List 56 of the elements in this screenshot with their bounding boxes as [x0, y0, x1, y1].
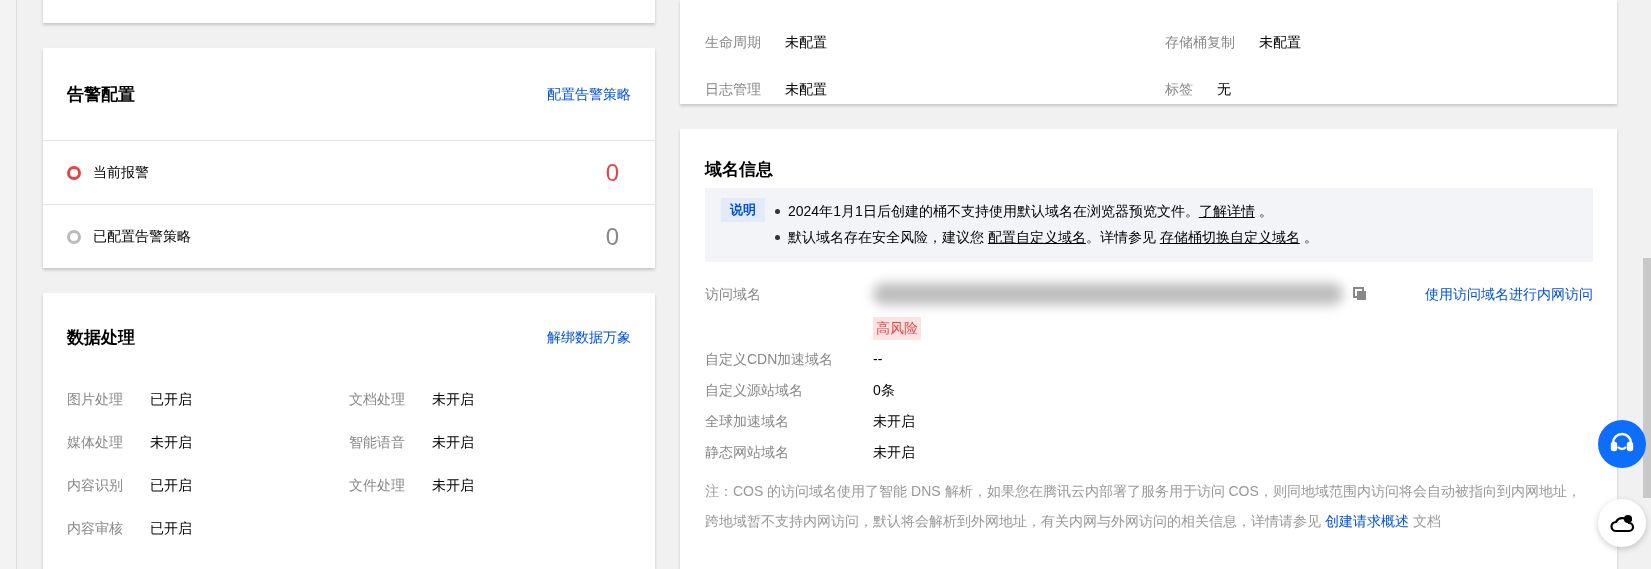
cloud-icon — [1609, 512, 1635, 534]
field-label: 日志管理 — [705, 80, 761, 99]
field-value: 未配置 — [1259, 33, 1301, 52]
field-value: 未开启 — [873, 412, 915, 431]
field-label: 全球加速域名 — [705, 412, 790, 431]
field-value: 未开启 — [432, 476, 474, 496]
field-value: 已开启 — [150, 390, 192, 410]
field-label: 访问域名 — [705, 284, 762, 304]
bullet-icon — [775, 209, 780, 214]
field-label: 内容审核 — [67, 519, 124, 539]
field-label: 图片处理 — [67, 390, 124, 410]
field-label: 内容识别 — [67, 476, 124, 496]
intranet-access-link[interactable]: 使用访问域名进行内网访问 — [1425, 283, 1593, 305]
field-value: 无 — [1217, 80, 1231, 99]
alert-label: 当前报警 — [93, 163, 149, 183]
field-label: 文件处理 — [349, 476, 406, 496]
doc-link[interactable]: 了解详情 — [1198, 203, 1255, 219]
alert-count: 0 — [605, 221, 619, 252]
field-label: 自定义源站域名 — [705, 381, 804, 400]
field-label: 文档处理 — [349, 390, 406, 410]
notice-text: 2024年1月1日后创建的桶不支持使用默认域名在浏览器预览文件。了解详情 。 — [788, 202, 1273, 221]
cloud-button[interactable] — [1598, 499, 1646, 547]
notice-text: 默认域名存在安全风险，建议您 配置自定义域名。详情参见 存储桶切换自定义域名 。 — [788, 228, 1318, 247]
bullet-icon — [775, 235, 780, 240]
field-value: -- — [873, 350, 883, 369]
field-value: 未配置 — [785, 33, 827, 52]
risk-tag: 高风险 — [873, 316, 921, 340]
field-label: 静态网站域名 — [705, 443, 790, 462]
field-label: 自定义CDN加速域名 — [705, 350, 835, 369]
card-title: 域名信息 — [705, 158, 774, 181]
field-value: 未开启 — [432, 433, 474, 453]
field-value: 未配置 — [785, 80, 827, 99]
alert-label: 已配置告警策略 — [93, 227, 191, 247]
field-label: 存储桶复制 — [1165, 33, 1235, 52]
field-label: 智能语音 — [349, 433, 406, 453]
field-label: 生命周期 — [705, 33, 761, 52]
field-value: 已开启 — [150, 476, 192, 496]
field-label: 媒体处理 — [67, 433, 124, 453]
doc-link[interactable]: 存储桶切换自定义域名 — [1159, 229, 1300, 245]
field-value: 未开启 — [432, 390, 474, 410]
note-text: 注：COS 的访问域名使用了智能 DNS 解析，如果您在腾讯云内部署了服务用于访问 COS，则同地域范围内访问将会自动被指向到内网地址，跨地域暂不支持内网访问，默认将会解析到外网地址，有关内网与外网访问的相关信息，详情请参见 创建请求概述 文档 — [705, 482, 1582, 531]
card-title: 告警配置 — [67, 83, 135, 106]
unbind-link[interactable]: 解绑数据万象 — [547, 326, 631, 348]
card-title: 数据处理 — [67, 326, 135, 349]
doc-link[interactable]: 配置自定义域名 — [987, 229, 1086, 245]
scrollbar-thumb[interactable] — [1643, 258, 1651, 498]
field-value: 未开启 — [873, 443, 915, 462]
field-label: 标签 — [1165, 80, 1193, 99]
copy-icon[interactable] — [1353, 287, 1367, 301]
doc-link[interactable]: 创建请求概述 — [1324, 513, 1409, 529]
alert-policy-link[interactable]: 配置告警策略 — [547, 83, 631, 105]
alert-count: 0 — [605, 157, 619, 188]
notice-tag: 说明 — [721, 198, 765, 222]
field-value: 已开启 — [150, 519, 192, 539]
field-value: 0条 — [873, 381, 895, 400]
field-value: 未开启 — [150, 433, 192, 453]
